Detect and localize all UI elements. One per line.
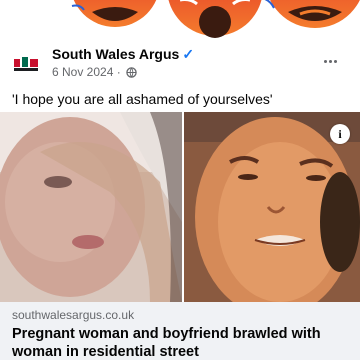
angry-emoji — [264, 0, 360, 28]
post-meta: 6 Nov 2024 · — [52, 65, 137, 82]
post-caption: 'I hope you are all ashamed of yourselve… — [12, 91, 273, 107]
page-name-text[interactable]: South Wales Argus — [52, 46, 179, 62]
post-date[interactable]: 6 Nov 2024 — [52, 65, 113, 79]
globe-icon — [126, 67, 137, 82]
link-preview-meta[interactable]: southwalesargus.co.uk Pregnant woman and… — [0, 302, 360, 360]
follow-check-icon: ✓ — [182, 46, 195, 62]
more-options-button[interactable] — [324, 50, 348, 64]
angry-emoji — [168, 0, 262, 38]
info-icon[interactable]: i — [330, 124, 350, 144]
page-avatar[interactable] — [12, 50, 40, 78]
angry-emoji — [71, 0, 157, 27]
link-domain: southwalesargus.co.uk — [12, 308, 135, 322]
reaction-strip — [0, 0, 360, 44]
link-title[interactable]: Pregnant woman and boyfriend brawled wit… — [12, 325, 352, 360]
meta-separator: · — [113, 65, 125, 79]
post-header: South Wales Argus ✓ 6 Nov 2024 · — [0, 44, 360, 84]
link-preview-image[interactable]: i — [0, 112, 360, 302]
page-name[interactable]: South Wales Argus ✓ — [52, 45, 194, 63]
more-horizontal-icon — [324, 60, 327, 63]
